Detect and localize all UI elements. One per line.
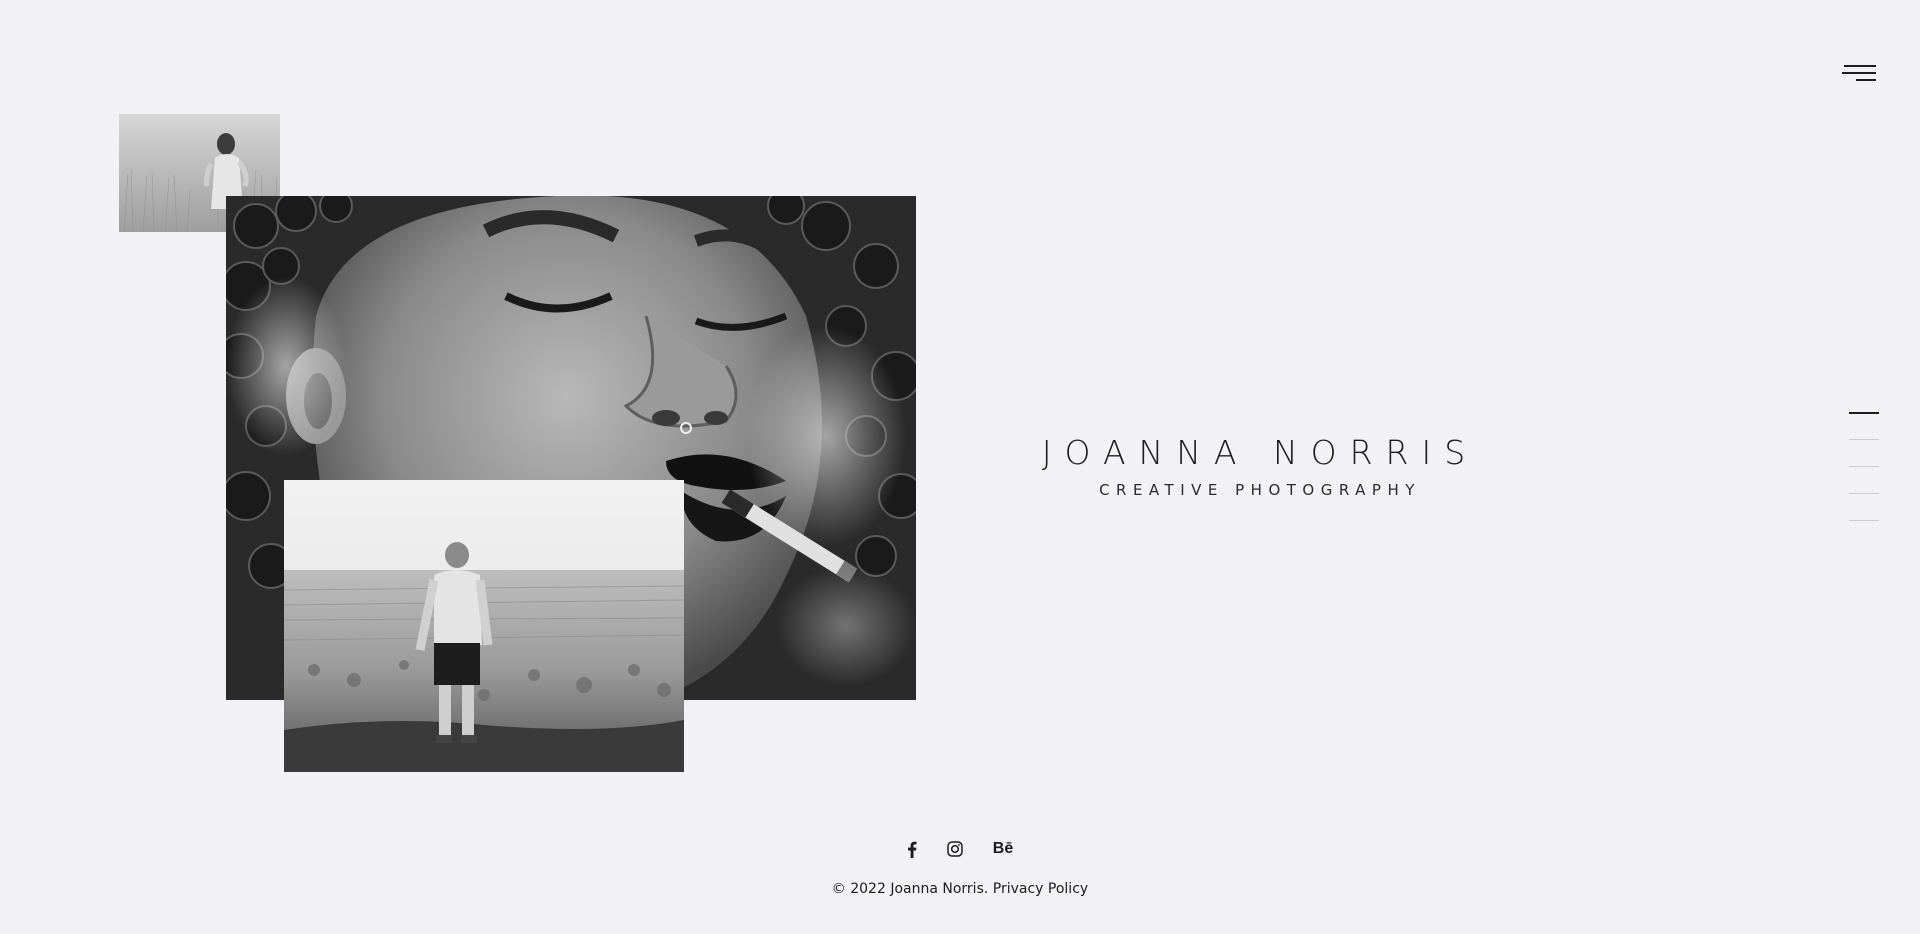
slide-pager	[1849, 411, 1881, 546]
pager-item-2[interactable]	[1849, 438, 1881, 465]
site-tagline: CREATIVE PHOTOGRAPHY	[1099, 481, 1421, 499]
social-links: Bē	[880, 836, 1040, 862]
site-title: JOANNA NORRIS	[1041, 433, 1479, 472]
brand-title-block: JOANNA NORRIS CREATIVE PHOTOGRAPHY	[980, 428, 1540, 500]
instagram-icon	[947, 841, 963, 857]
copyright-text: © 2022 Joanna Norris.	[831, 881, 993, 897]
behance-icon: Bē	[992, 840, 1014, 857]
facebook-icon	[907, 841, 917, 858]
pager-item-1[interactable]	[1849, 411, 1881, 438]
hamburger-menu-icon-bar	[1842, 72, 1876, 74]
hamburger-menu-icon-bar	[1856, 79, 1876, 81]
photo-boy-on-hill	[284, 480, 684, 772]
pager-item-5[interactable]	[1849, 519, 1881, 546]
pager-item-4[interactable]	[1849, 492, 1881, 519]
hamburger-menu-button[interactable]	[1836, 61, 1876, 87]
hamburger-menu-icon	[1844, 65, 1876, 67]
pager-item-3[interactable]	[1849, 465, 1881, 492]
footer-copyright: © 2022 Joanna Norris. Privacy Policy	[660, 879, 1260, 899]
facebook-link[interactable]	[907, 836, 917, 862]
instagram-link[interactable]	[947, 836, 963, 862]
behance-link[interactable]: Bē	[993, 836, 1013, 862]
privacy-policy-link[interactable]: Privacy Policy	[993, 881, 1088, 897]
